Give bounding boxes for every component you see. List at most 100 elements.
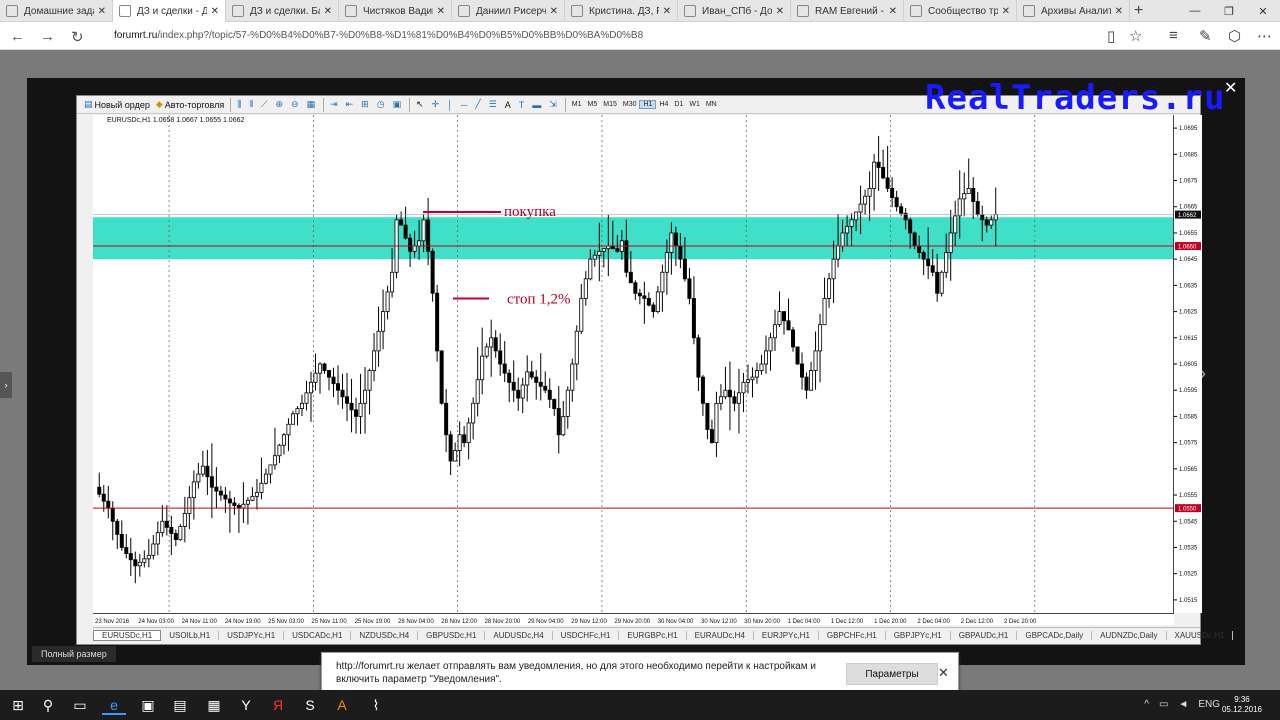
- browser-tab[interactable]: Домашние задания и ✕: [0, 0, 113, 22]
- zoom-out-icon[interactable]: ⊖: [288, 99, 304, 110]
- symbol-tab[interactable]: GBPCHFc,H1: [819, 631, 886, 640]
- browser-tab[interactable]: Сообщество трейдер ✕: [904, 0, 1017, 22]
- bar-chart-icon[interactable]: ⫼: [234, 99, 246, 110]
- periods-icon[interactable]: ◷: [374, 99, 390, 110]
- favorite-star-icon[interactable]: ☆: [1129, 27, 1142, 45]
- symbol-tab[interactable]: USOILb,H1: [161, 631, 220, 640]
- lightbox-prev-handle[interactable]: ›: [0, 372, 12, 398]
- symbol-tab[interactable]: AUDUSDc,H4: [485, 631, 553, 640]
- search-icon[interactable]: ⚲: [36, 697, 60, 714]
- text-icon[interactable]: A: [502, 100, 516, 110]
- explorer-icon[interactable]: ▤: [168, 697, 192, 714]
- url-field[interactable]: forumrt.ru/index.php?/topic/57-%D0%B4%D0…: [114, 30, 643, 41]
- notification-settings-button[interactable]: Параметры: [846, 663, 938, 685]
- tab-close-icon[interactable]: ✕: [1115, 6, 1123, 17]
- symbol-tab[interactable]: GBPUSDc,H1: [418, 631, 486, 640]
- web-note-icon[interactable]: ✎: [1199, 27, 1212, 45]
- browser-tab[interactable]: Иван_СПб - Домашни ✕: [678, 0, 791, 22]
- line-chart-icon[interactable]: ⟋: [258, 99, 272, 110]
- tab-close-icon[interactable]: ✕: [1002, 6, 1010, 17]
- symbol-tab[interactable]: USDJPYc,H1: [219, 631, 285, 640]
- tab-close-icon[interactable]: ✕: [550, 6, 558, 17]
- tab-close-icon[interactable]: ✕: [663, 6, 671, 17]
- symbol-tab[interactable]: NZDUSDc,H4: [351, 631, 419, 640]
- tray-lang[interactable]: ENG: [1198, 699, 1220, 710]
- cursor-icon[interactable]: ↖: [413, 99, 429, 110]
- new-tab-button[interactable]: +: [1134, 2, 1143, 20]
- timeframe-m5[interactable]: M5: [585, 101, 601, 108]
- forward-icon[interactable]: →: [40, 28, 55, 45]
- indicators-icon[interactable]: ⊞: [358, 99, 374, 110]
- zoom-in-icon[interactable]: ⊕: [272, 99, 288, 110]
- timeframe-h1[interactable]: H1: [639, 100, 657, 109]
- symbol-tab[interactable]: EURUSDc,H1: [93, 630, 162, 641]
- tab-close-icon[interactable]: ✕: [437, 6, 445, 17]
- reading-view-icon[interactable]: ▯: [1107, 27, 1115, 45]
- new-order-button[interactable]: ▤ Новый ордер: [81, 99, 153, 110]
- tab-close-icon[interactable]: ✕: [98, 6, 106, 17]
- browser-tab[interactable]: RAM Евгений - Домаш ✕: [791, 0, 904, 22]
- symbol-tab[interactable]: EURAUDc,H4: [687, 631, 754, 640]
- timeframe-d1[interactable]: D1: [671, 101, 686, 108]
- horizontal-line-icon[interactable]: ─: [458, 100, 472, 110]
- media-icon[interactable]: ▦: [202, 697, 226, 714]
- symbol-tab[interactable]: AUDNZDc,Daily: [1092, 631, 1167, 640]
- trendline-icon[interactable]: ╱: [472, 99, 485, 110]
- more-icon[interactable]: ⋯: [1257, 27, 1272, 45]
- autoscroll-icon[interactable]: ⇥: [327, 99, 343, 110]
- skype-icon[interactable]: S: [298, 697, 322, 713]
- timeframe-m30[interactable]: M30: [620, 101, 640, 108]
- tab-close-icon[interactable]: ✕: [324, 6, 332, 17]
- timeframe-m15[interactable]: M15: [600, 101, 620, 108]
- templates-icon[interactable]: ▣: [390, 99, 407, 110]
- back-icon[interactable]: ←: [10, 28, 25, 45]
- arrows-icon[interactable]: ▬: [529, 100, 546, 110]
- browser-tab[interactable]: Даниил Рисерч - Дом ✕: [452, 0, 565, 22]
- symbol-tab[interactable]: GBPAUDc,H1: [951, 631, 1018, 640]
- timeframe-mn[interactable]: MN: [703, 101, 720, 108]
- task-view-icon[interactable]: ▭: [68, 697, 92, 714]
- symbol-tab[interactable]: EURGBPc,H1: [619, 631, 687, 640]
- label-icon[interactable]: T: [516, 100, 530, 110]
- start-icon[interactable]: ⊞: [6, 697, 30, 714]
- crosshair-icon[interactable]: ✛: [429, 99, 445, 110]
- browser-tab[interactable]: Архивы Аналитика - F ✕: [1017, 0, 1130, 22]
- close-window-icon[interactable]: ✕: [1246, 0, 1280, 22]
- browser-tab[interactable]: Кристина. ДЗ, Рисерч ✕: [565, 0, 678, 22]
- candle-chart-icon[interactable]: ⫴: [246, 99, 258, 110]
- shapes-icon[interactable]: ⇲: [546, 99, 562, 110]
- tray-network-icon[interactable]: ▭: [1159, 699, 1168, 710]
- timeframe-w1[interactable]: W1: [686, 101, 703, 108]
- store-icon[interactable]: ▣: [136, 697, 160, 714]
- tray-volume-icon[interactable]: ◄: [1178, 699, 1188, 710]
- refresh-icon[interactable]: ↻: [71, 28, 84, 46]
- tile-windows-icon[interactable]: ▦: [304, 99, 321, 110]
- symbol-tab[interactable]: EURJPYc,H1: [754, 631, 819, 640]
- tab-close-icon[interactable]: ✕: [211, 6, 219, 17]
- tab-close-icon[interactable]: ✕: [776, 6, 784, 17]
- browser-tab[interactable]: ДЗ и сделки. Баходир ✕: [226, 0, 339, 22]
- symbol-tab[interactable]: XAUUSDc,H1: [1167, 631, 1234, 640]
- notification-close-icon[interactable]: ✕: [938, 665, 949, 681]
- tray-up-icon[interactable]: ^: [1144, 699, 1149, 710]
- restore-icon[interactable]: ❐: [1212, 0, 1246, 22]
- timeframe-h4[interactable]: H4: [656, 101, 671, 108]
- edge-icon[interactable]: e: [102, 697, 126, 715]
- channel-icon[interactable]: ☰: [486, 99, 502, 110]
- app-a-icon[interactable]: A: [330, 697, 354, 713]
- symbol-tab[interactable]: USDCADc,H1: [284, 631, 352, 640]
- taskbar-clock[interactable]: 9:36 05.12.2016: [1222, 695, 1262, 715]
- minimize-icon[interactable]: —: [1178, 0, 1212, 22]
- browser-tab[interactable]: Чистяков Вадим ДЗ - ✕: [339, 0, 452, 22]
- vertical-line-icon[interactable]: │: [444, 100, 458, 110]
- hub-icon[interactable]: ≡: [1169, 27, 1178, 44]
- symbol-tab[interactable]: GBPCADc,Daily: [1017, 631, 1093, 640]
- yandex-icon[interactable]: Y: [234, 697, 258, 713]
- chart-shift-icon[interactable]: ⇤: [343, 99, 359, 110]
- symbol-tab[interactable]: GBPJPYc,H1: [886, 631, 951, 640]
- full-size-button[interactable]: Полный размер: [32, 646, 116, 662]
- tab-close-icon[interactable]: ✕: [889, 6, 897, 17]
- share-icon[interactable]: ⬡: [1228, 27, 1241, 45]
- yandex-browser-icon[interactable]: Я: [266, 697, 290, 713]
- app-terminal-icon[interactable]: ⌇: [364, 697, 388, 714]
